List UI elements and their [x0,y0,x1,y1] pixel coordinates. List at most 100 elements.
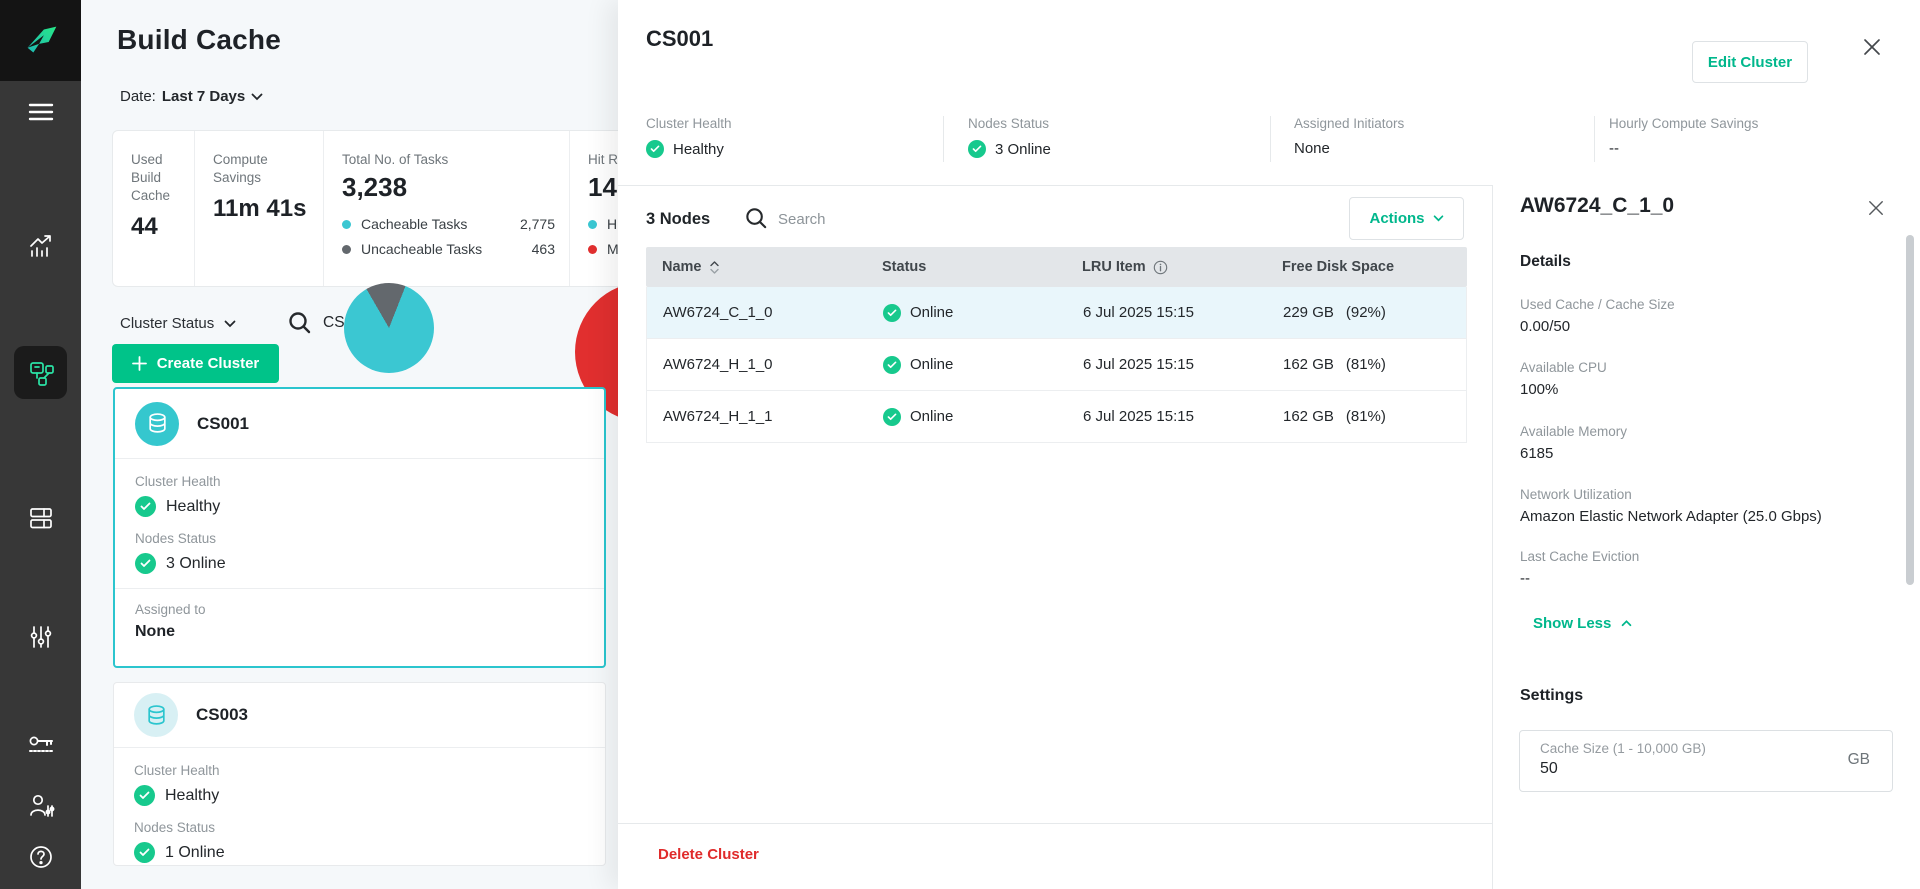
actions-label: Actions [1369,210,1424,227]
assigned-to-value: None [135,623,584,641]
column-header-free-disk-space[interactable]: Free Disk Space [1266,259,1467,275]
node-status: Online [867,408,1067,426]
menu-icon[interactable] [0,90,81,134]
divider [943,116,944,162]
user-settings-icon[interactable] [0,784,81,828]
layout-rows-icon[interactable] [0,496,81,540]
cluster-health-value: Healthy [166,498,220,516]
nodes-status-label: Nodes Status [135,531,584,546]
node-name: AW6724_H_1_0 [647,356,867,373]
table-row-node-3[interactable]: AW6724_H_1_1 Online 6 Jul 2025 15:15 162… [646,391,1467,443]
cache-size-field[interactable]: Cache Size (1 - 10,000 GB) GB [1519,730,1893,792]
show-less-label: Show Less [1533,615,1611,632]
node-lru: 6 Jul 2025 15:15 [1067,304,1267,321]
analytics-icon[interactable] [0,224,81,268]
cluster-status-label: Cluster Status [120,315,214,332]
detail-value: 6185 [1520,445,1880,462]
check-icon [883,356,901,374]
node-disk: 162 GB (81%) [1267,356,1466,373]
cluster-card-cs001[interactable]: CS001 Cluster Health Healthy Nodes Statu… [113,387,606,668]
close-icon[interactable] [1861,36,1883,58]
legend-hit: Hit [588,216,618,232]
nodes-count: 3 Nodes [646,210,710,229]
stat-value: Healthy [673,141,724,158]
create-cluster-label: Create Cluster [157,355,260,372]
delete-cluster-button[interactable]: Delete Cluster [658,846,759,863]
scrollbar-thumb[interactable] [1906,235,1914,585]
cluster-detail-panel: CS001 Edit Cluster Cluster Health Health… [618,0,1920,889]
edit-cluster-label: Edit Cluster [1708,54,1792,71]
stat-label: Compute Savings [213,151,283,187]
app-logo[interactable] [0,0,81,81]
table-row-node-1[interactable]: AW6724_C_1_0 Online 6 Jul 2025 15:15 229… [646,287,1467,339]
detail-value: 100% [1520,381,1880,398]
node-name: AW6724_C_1_0 [647,304,867,321]
build-cache-panel: Build Cache Date: Last 7 Days Used Build… [81,0,618,889]
search-icon [287,310,313,336]
column-header-lru-item[interactable]: LRU Item [1066,259,1266,275]
stat-value: 3,238 [342,172,569,203]
disk-gb: 162 GB [1283,408,1334,425]
chevron-down-icon [251,93,263,101]
cache-size-input[interactable] [1540,760,1780,778]
node-disk: 229 GB (92%) [1267,304,1466,321]
cluster-card-cs003[interactable]: CS003 Cluster Health Healthy Nodes Statu… [113,682,606,866]
disk-pct: (81%) [1346,356,1386,373]
stat-value: 11m 41s [213,195,323,223]
nodes-status-value-row: 3 Online [135,553,584,574]
stat-total-tasks: Total No. of Tasks 3,238 Cacheable Tasks… [323,131,569,286]
stats-card: Used Build Cache 44 Compute Savings 11m … [112,130,618,287]
date-filter-value: Last 7 Days [162,88,245,105]
legend-dot [342,245,351,254]
stat-value: 14. [588,172,618,203]
legend-cacheable: Cacheable Tasks 2,775 [342,216,569,232]
cache-size-label: Cache Size (1 - 10,000 GB) [1540,741,1874,756]
edit-cluster-button[interactable]: Edit Cluster [1692,41,1808,83]
cluster-card-body: Cluster Health Healthy Nodes Status 1 On… [114,748,605,863]
header-stat-hourly-compute-savings: Hourly Compute Savings -- [1609,116,1758,157]
legend-value: 2,775 [520,216,569,232]
sidebar-item-build-cache[interactable] [14,346,67,399]
stat-label: Cluster Health [646,116,732,131]
column-header-name[interactable]: Name [646,259,866,275]
cluster-card-body: Cluster Health Healthy Nodes Status 3 On… [115,459,604,641]
nodes-status-value: 3 Online [166,555,226,573]
create-cluster-button[interactable]: Create Cluster [112,344,279,383]
stat-value: -- [1609,140,1758,157]
actions-button[interactable]: Actions [1349,197,1464,240]
chevron-down-icon [224,320,236,328]
date-filter[interactable]: Date: Last 7 Days [120,88,263,105]
cluster-card-header: CS003 [114,683,605,748]
cluster-status-dropdown[interactable]: Cluster Status [120,315,236,332]
sliders-icon[interactable] [0,615,81,659]
disk-gb: 162 GB [1283,356,1334,373]
cluster-detail-title: CS001 [646,26,713,52]
stat-label: Hit R [588,151,618,169]
cluster-health-label: Cluster Health [135,474,584,489]
cache-size-unit: GB [1848,751,1870,769]
detail-used-cache: Used Cache / Cache Size 0.00/50 [1520,297,1880,335]
legend-label: Uncacheable Tasks [361,241,482,257]
cluster-search-input[interactable] [323,314,393,332]
close-icon[interactable] [1865,197,1887,219]
database-icon [145,704,168,727]
legend-dot [342,220,351,229]
detail-label: Available CPU [1520,360,1880,375]
cluster-avatar [135,402,179,446]
legend-dot [588,245,597,254]
database-icon [146,412,169,435]
cluster-health-status: Healthy [134,785,585,806]
node-status-value: Online [910,356,953,373]
nodes-status-value-row: 1 Online [134,842,585,863]
sort-icon[interactable] [710,261,719,274]
key-icon[interactable] [0,724,81,768]
table-row-node-2[interactable]: AW6724_H_1_0 Online 6 Jul 2025 15:15 162… [646,339,1467,391]
show-less-link[interactable]: Show Less [1533,615,1632,632]
info-icon[interactable] [1153,260,1168,275]
check-icon [135,553,156,574]
column-header-status[interactable]: Status [866,259,1066,275]
column-label: Free Disk Space [1282,259,1394,275]
node-search-input[interactable] [778,211,938,228]
help-icon[interactable] [0,835,81,879]
node-status-value: Online [910,304,953,321]
